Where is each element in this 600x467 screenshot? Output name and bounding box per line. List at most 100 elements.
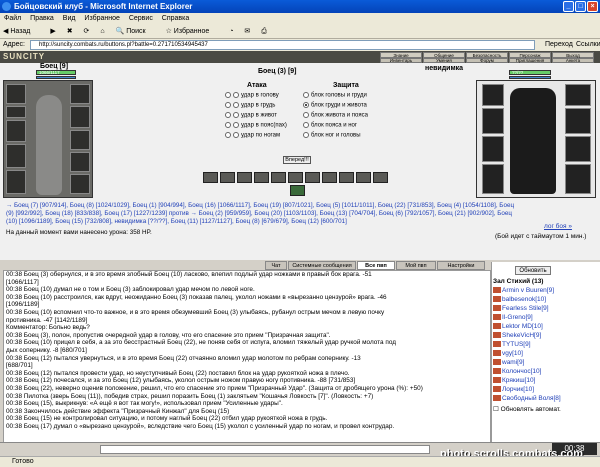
left-weapon-slot[interactable] <box>6 120 26 142</box>
skill-icon[interactable] <box>254 172 269 183</box>
log-line: [688/701] <box>6 362 33 370</box>
tab-my-pvp[interactable]: Мой пвп <box>396 261 436 270</box>
favorites-button[interactable]: ☆ Избранное <box>166 28 219 35</box>
room-player[interactable]: Крякиш[10] <box>493 377 535 385</box>
skill-icon[interactable] <box>356 172 371 183</box>
team-list-line[interactable]: (10) [1096/1189], Боец (15) [732/808], н… <box>6 218 596 226</box>
clan-icon <box>493 332 501 339</box>
room-player[interactable]: Лорчик[10] <box>493 386 534 394</box>
close-button[interactable]: × <box>587 1 598 12</box>
right-belt-slot[interactable] <box>482 164 504 194</box>
attack-belly-option[interactable]: удар в живот <box>225 112 277 119</box>
skill-icon[interactable] <box>203 172 218 183</box>
right-leggings-slot[interactable] <box>565 136 591 162</box>
mail-icon[interactable]: ✉ <box>244 28 250 35</box>
left-gloves-slot[interactable] <box>70 84 90 104</box>
menu-file[interactable]: Файл <box>4 15 21 22</box>
attack-chest-option[interactable]: удар в грудь <box>225 102 275 109</box>
back-button[interactable]: ◀ Назад <box>3 28 39 35</box>
menu-help[interactable]: Справка <box>162 15 189 22</box>
print-icon[interactable]: ⎙ <box>261 28 267 35</box>
skill-icon[interactable] <box>339 172 354 183</box>
forward-button[interactable]: Вперед!!! <box>283 156 311 164</box>
address-input[interactable]: http://suncity.combats.ru/buttons.pl?bat… <box>30 40 535 50</box>
room-player[interactable]: Armin v Buuren[9] <box>493 287 554 295</box>
left-earring-slot[interactable] <box>6 106 26 118</box>
log-line: дых сопернику. -8 [680/701] <box>6 346 87 354</box>
right-weapon-slot[interactable] <box>482 108 504 134</box>
history-icon[interactable]: ◔ <box>229 28 233 35</box>
address-label: Адрес: <box>3 41 25 48</box>
team-list-line[interactable]: → Боец (7) [907/914], Боец (8) [1024/102… <box>6 202 596 210</box>
ie-icon <box>2 2 11 11</box>
skill-icon[interactable] <box>220 172 235 183</box>
menu-edit[interactable]: Правка <box>30 15 54 22</box>
tab-all-pvp[interactable]: Все пвп <box>357 261 395 270</box>
forward-nav-icon[interactable]: ▶ <box>50 28 55 35</box>
room-player[interactable]: TYTUS[9] <box>493 341 531 349</box>
skill-icon[interactable] <box>373 172 388 183</box>
refresh-button[interactable]: Обновить <box>515 266 551 275</box>
room-player[interactable]: vgy[10] <box>493 350 523 358</box>
right-gloves-slot[interactable] <box>565 84 591 106</box>
room-player[interactable]: Fearless Stile[9] <box>493 305 549 313</box>
clan-icon <box>493 341 501 348</box>
clan-icon <box>493 377 501 384</box>
left-armor-slot[interactable] <box>6 144 26 168</box>
right-shield-slot[interactable] <box>565 108 591 134</box>
right-armor-slot[interactable] <box>482 136 504 162</box>
room-player[interactable]: Lektor MD[10] <box>493 323 543 331</box>
skill-icon[interactable] <box>271 172 286 183</box>
chat-input[interactable] <box>100 445 430 454</box>
menu-view[interactable]: Вид <box>63 15 76 22</box>
right-helmet-slot[interactable] <box>482 84 504 106</box>
defense-chest-belly-option[interactable]: блок груди и живота <box>303 102 367 109</box>
left-helmet-slot[interactable] <box>6 84 26 104</box>
room-player[interactable]: ShekeVicH[9] <box>493 332 541 340</box>
left-belt-slot[interactable] <box>6 170 26 194</box>
attack-head-option[interactable]: удар в голову <box>225 92 279 99</box>
room-player[interactable]: Свободный Воля[8] <box>493 395 561 403</box>
battle-log-link[interactable]: лог боя » <box>544 223 572 230</box>
log-line: 00:38 Боец (12) почесался, и за это Боец… <box>6 377 356 385</box>
defense-head-chest-option[interactable]: блок головы и груди <box>303 92 367 99</box>
go-button[interactable]: Переход <box>545 39 573 51</box>
tab-system[interactable]: Системные сообщения <box>288 261 356 270</box>
attack-legs-option[interactable]: удар по ногам <box>225 132 280 139</box>
tab-chat[interactable]: Чат <box>265 261 287 270</box>
right-boots-slot[interactable] <box>565 164 591 194</box>
team-list-line[interactable]: (9) [992/992], Боец (18) [833/838], Боец… <box>6 210 596 218</box>
skill-icon[interactable] <box>237 172 252 183</box>
clan-icon <box>493 395 501 402</box>
room-player[interactable]: wami[9] <box>493 359 524 367</box>
menu-favorites[interactable]: Избранное <box>84 15 119 22</box>
tab-settings[interactable]: Настройки <box>437 261 485 270</box>
skill-icon[interactable] <box>288 172 303 183</box>
minimize-button[interactable]: _ <box>563 1 574 12</box>
room-player[interactable]: Колончос[10] <box>493 368 541 376</box>
search-button[interactable]: 🔍 Поиск <box>116 28 155 35</box>
right-player-name[interactable]: невидимка <box>425 65 463 72</box>
skill-icon[interactable] <box>322 172 337 183</box>
menu-tools[interactable]: Сервис <box>129 15 153 22</box>
defense-waist-legs-option[interactable]: блок пояса и ног <box>303 122 357 129</box>
skill-icon[interactable] <box>305 172 320 183</box>
left-player-name[interactable]: Боец [9] <box>40 63 68 70</box>
home-icon[interactable]: ⌂ <box>100 28 104 35</box>
left-shield-slot[interactable] <box>70 106 90 128</box>
left-leggings-slot[interactable] <box>70 152 90 172</box>
address-bar: Адрес: http://suncity.combats.ru/buttons… <box>0 39 600 51</box>
left-boots-slot[interactable] <box>70 174 90 194</box>
auto-refresh-checkbox[interactable]: ☐ Обновлять автомат. <box>493 406 561 414</box>
room-player[interactable]: balbesenok[10] <box>493 296 546 304</box>
stop-icon[interactable]: ✖ <box>67 28 73 35</box>
attack-groin-option[interactable]: удар в пояс(пах) <box>225 122 287 129</box>
links-button[interactable]: Ссылки <box>576 39 600 51</box>
refresh-icon[interactable]: ⟳ <box>84 28 90 35</box>
room-player[interactable]: Il-Greno[9] <box>493 314 533 322</box>
maximize-button[interactable]: □ <box>575 1 586 12</box>
defense-belly-waist-option[interactable]: блок живота и пояса <box>303 112 368 119</box>
active-skill-icon[interactable] <box>290 185 305 196</box>
defense-legs-head-option[interactable]: блок ног и головы <box>303 132 361 139</box>
left-ring-slot[interactable] <box>70 130 90 150</box>
